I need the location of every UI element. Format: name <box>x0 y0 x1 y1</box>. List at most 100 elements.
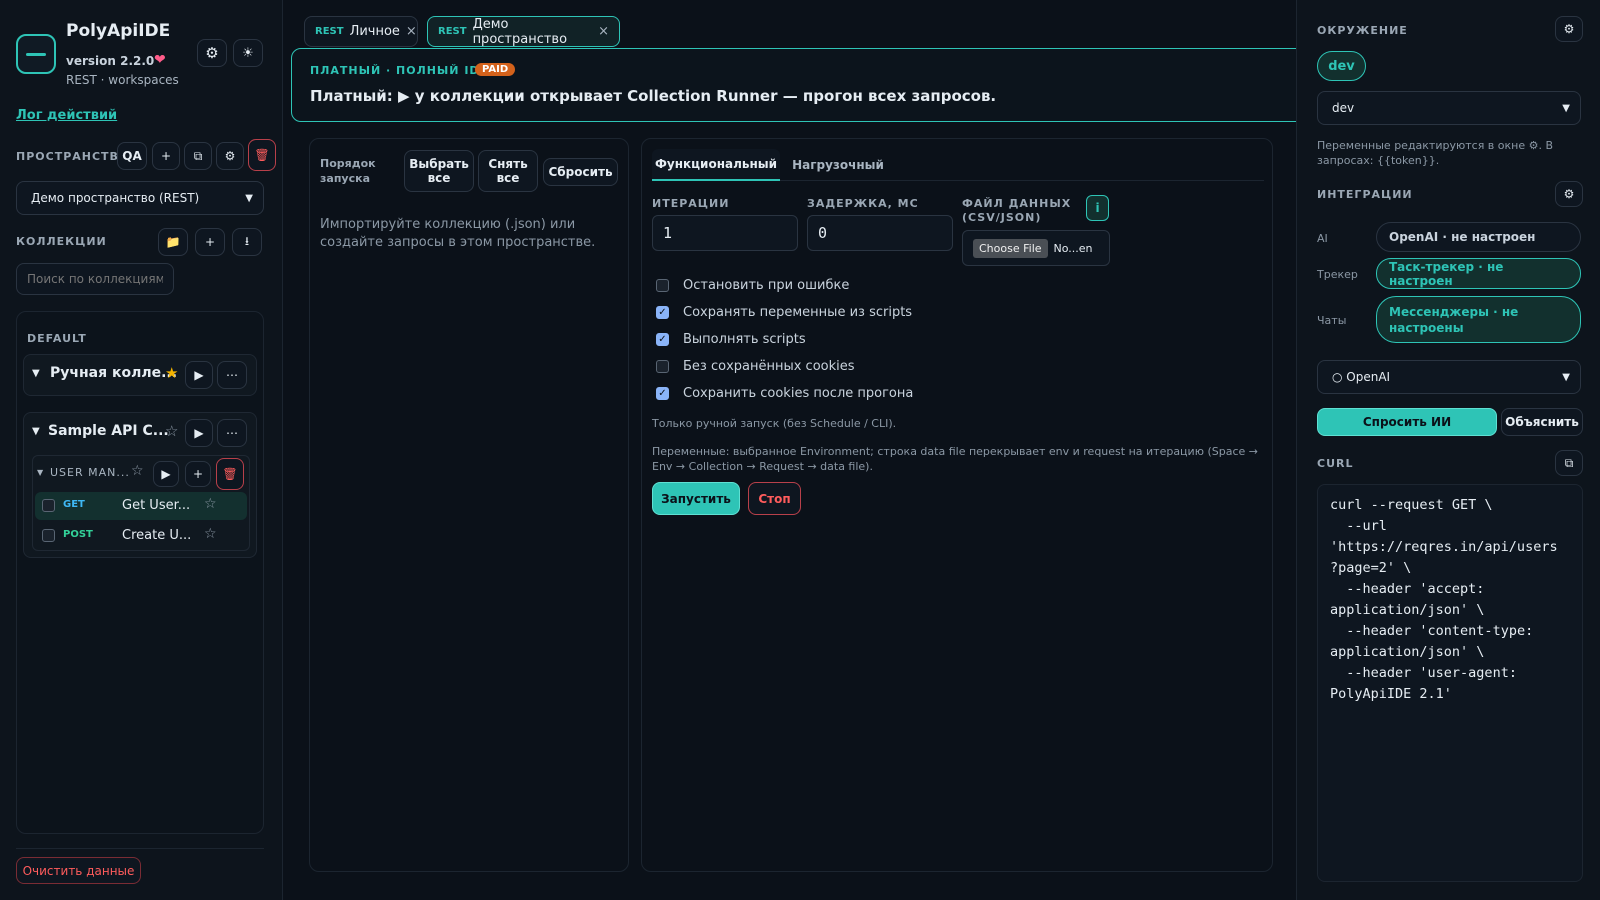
collection-menu-button[interactable]: ⋯ <box>217 419 247 447</box>
run-button[interactable]: Запустить <box>652 482 740 515</box>
environment-select-value: dev <box>1332 101 1355 115</box>
chevron-down-icon: ▼ <box>1562 102 1570 114</box>
runner-option[interactable]: ✓ Сохранить cookies после прогона <box>656 386 913 401</box>
request-checkbox[interactable] <box>42 529 55 542</box>
runner-option[interactable]: Без сохранённых cookies <box>656 359 855 374</box>
add-request-button[interactable]: + <box>185 461 211 487</box>
ai-provider-select[interactable]: ○ OpenAI ▼ <box>1317 360 1581 394</box>
run-collection-button[interactable]: ▶ <box>185 361 213 389</box>
runner-option[interactable]: ✓ Выполнять scripts <box>656 332 806 347</box>
theme-toggle-button[interactable]: ☀ <box>233 39 263 67</box>
gear-icon: ⚙ <box>1563 187 1575 201</box>
workspace-tag[interactable]: QA <box>117 142 147 170</box>
option-checkbox[interactable]: ✓ <box>656 387 669 400</box>
request-row[interactable]: POST Create U... ☆ <box>35 522 247 550</box>
copy-icon: ⧉ <box>1564 455 1574 470</box>
copy-workspace-button[interactable]: ⧉ <box>184 142 212 170</box>
option-checkbox[interactable] <box>656 279 669 292</box>
option-label: Без сохранённых cookies <box>683 359 855 374</box>
folder-item[interactable]: ▼ USER MAN... ☆ ▶ + 🗑 GET Get User... ☆ <box>32 455 250 551</box>
app-logo <box>16 34 56 74</box>
option-label: Сохранять переменные из scripts <box>683 305 913 320</box>
ask-ai-button[interactable]: Спросить ИИ <box>1317 408 1497 436</box>
manual-run-note: Только ручной запуск (без Schedule / CLI… <box>652 417 897 430</box>
workspace-select[interactable]: Демо пространство (REST) ▼ <box>16 181 264 215</box>
curl-code[interactable]: curl --request GET \ --url 'https://reqr… <box>1317 484 1583 882</box>
action-log-link[interactable]: Лог действий <box>16 108 117 123</box>
request-method: POST <box>63 529 93 540</box>
environment-settings-button[interactable]: ⚙ <box>1555 16 1583 42</box>
star-outline-icon[interactable]: ☆ <box>165 422 178 440</box>
request-checkbox[interactable] <box>42 499 55 512</box>
collection-item[interactable]: ▼ Sample API C... ☆ ▶ ⋯ ▼ USER MAN... ☆ … <box>23 412 257 558</box>
folder-icon: 📁 <box>165 235 181 249</box>
new-folder-button[interactable]: 📁 <box>158 228 188 256</box>
settings-button[interactable]: ⚙ <box>197 39 227 67</box>
collection-item[interactable]: ▼ Ручная колле... ★ ▶ ⋯ <box>23 354 257 396</box>
tab-personal[interactable]: REST Личное × <box>304 16 418 47</box>
clear-data-button[interactable]: Очистить данные <box>16 857 141 884</box>
add-collection-button[interactable]: + <box>195 228 225 256</box>
runner-option[interactable]: ✓ Сохранять переменные из scripts <box>656 305 912 320</box>
collections-label: КОЛЛЕКЦИИ <box>16 235 107 248</box>
copy-icon: ⧉ <box>193 148 203 163</box>
reset-order-button[interactable]: Сбросить <box>543 158 618 186</box>
star-outline-icon[interactable]: ☆ <box>131 463 144 479</box>
data-file-input[interactable]: Choose File No...en <box>962 230 1110 266</box>
option-checkbox[interactable] <box>656 360 669 373</box>
environment-chip[interactable]: dev <box>1317 51 1366 81</box>
delete-workspace-button[interactable]: 🗑 <box>248 139 276 171</box>
file-name: No...en <box>1053 241 1093 255</box>
collection-search-input[interactable] <box>16 263 174 295</box>
integrations-label: ИНТЕГРАЦИИ <box>1317 188 1413 201</box>
deselect-all-button[interactable]: Снять все <box>478 150 538 192</box>
import-collection-button[interactable]: ⭳ <box>232 228 262 256</box>
integration-status-tracker[interactable]: Таск-трекер · не настроен <box>1376 258 1581 289</box>
heart-icon[interactable]: ❤ <box>154 52 166 68</box>
option-checkbox[interactable]: ✓ <box>656 333 669 346</box>
plus-icon: + <box>204 235 216 249</box>
sidebar-divider <box>16 848 264 849</box>
workspace-settings-button[interactable]: ⚙ <box>216 142 244 170</box>
delete-folder-button[interactable]: 🗑 <box>216 458 244 490</box>
tab-demo-space[interactable]: REST Демо пространство × <box>427 16 620 47</box>
integration-status-chats[interactable]: Мессенджеры · не настроены <box>1376 296 1581 343</box>
delay-input[interactable] <box>807 215 953 251</box>
caret-down-icon[interactable]: ▼ <box>32 426 40 437</box>
plus-icon: + <box>160 149 172 163</box>
trash-icon: 🗑 <box>222 467 238 481</box>
runner-option[interactable]: Остановить при ошибке <box>656 278 849 293</box>
stop-button[interactable]: Стоп <box>748 482 801 515</box>
star-filled-icon[interactable]: ★ <box>165 364 178 382</box>
copy-curl-button[interactable]: ⧉ <box>1555 450 1583 476</box>
integration-status-ai[interactable]: OpenAI · не настроен <box>1376 222 1581 252</box>
close-icon[interactable]: × <box>598 24 609 39</box>
star-outline-icon[interactable]: ☆ <box>204 496 217 512</box>
caret-down-icon[interactable]: ▼ <box>32 368 40 379</box>
choose-file-button[interactable]: Choose File <box>973 238 1048 258</box>
collection-menu-button[interactable]: ⋯ <box>217 361 247 389</box>
run-folder-button[interactable]: ▶ <box>153 461 179 487</box>
tab-label: Демо пространство <box>472 16 568 47</box>
run-collection-button[interactable]: ▶ <box>185 419 213 447</box>
chevron-down-icon: ▼ <box>245 192 253 204</box>
info-badge[interactable]: i <box>1086 195 1109 221</box>
add-workspace-button[interactable]: + <box>152 142 180 170</box>
explain-button[interactable]: Объяснить <box>1501 408 1583 436</box>
option-checkbox[interactable]: ✓ <box>656 306 669 319</box>
select-all-button[interactable]: Выбрать все <box>404 150 474 192</box>
tab-functional[interactable]: Функциональный <box>652 149 780 181</box>
banner-message: Платный: ▶ у коллекции открывает Collect… <box>310 87 997 105</box>
request-name: Create U... <box>122 528 192 543</box>
request-row[interactable]: GET Get User... ☆ <box>35 492 247 520</box>
tab-load[interactable]: Нагрузочный <box>788 149 888 181</box>
integrations-settings-button[interactable]: ⚙ <box>1555 181 1583 207</box>
iterations-input[interactable] <box>652 215 798 251</box>
environment-select[interactable]: dev ▼ <box>1317 91 1581 125</box>
plus-icon: + <box>192 467 204 481</box>
star-outline-icon[interactable]: ☆ <box>204 526 217 542</box>
caret-down-icon[interactable]: ▼ <box>37 468 43 477</box>
close-icon[interactable]: × <box>406 24 417 39</box>
option-label: Выполнять scripts <box>683 332 806 347</box>
ai-provider-select-value: ○ OpenAI <box>1332 370 1391 384</box>
